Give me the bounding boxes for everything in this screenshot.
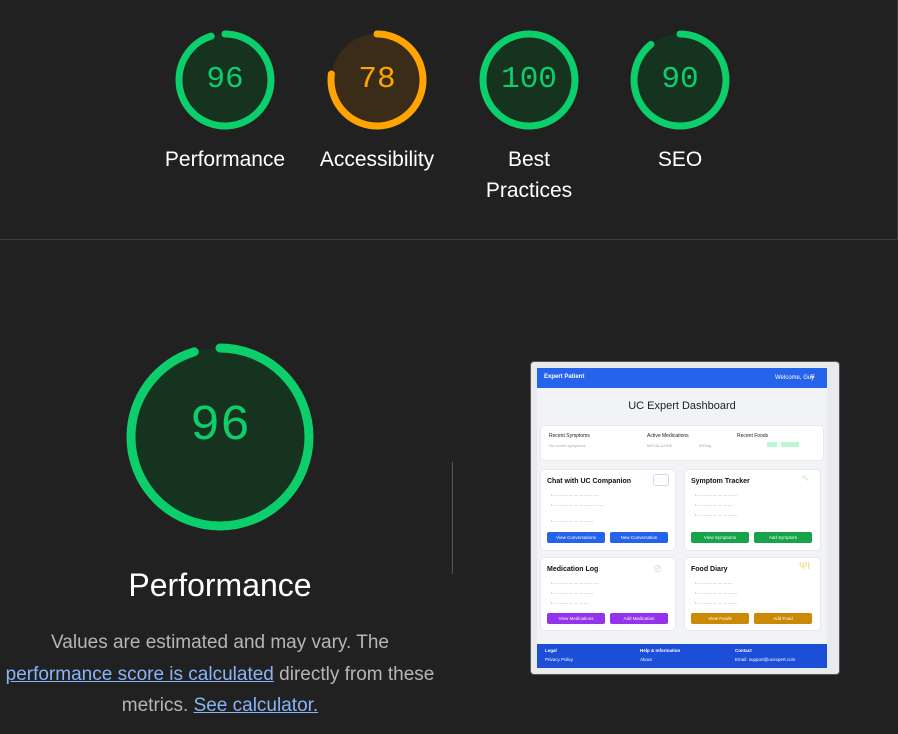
view-symptoms-button[interactable]: View Symptoms — [691, 532, 749, 543]
add-food-button[interactable]: Add Food — [754, 613, 812, 624]
score-value: 96 — [206, 62, 244, 97]
performance-title: Performance — [128, 567, 312, 603]
gauge-best-practices[interactable]: 100 Best Practices — [459, 30, 599, 206]
gauge-label: SEO — [657, 148, 703, 171]
dashboard-title: UC Expert Dashboard — [628, 400, 736, 412]
view-conversations-button[interactable]: View Conversations — [547, 532, 605, 543]
chat-bubble-icon — [653, 474, 669, 486]
score-value: 78 — [358, 62, 396, 97]
see-calculator-link[interactable]: See calculator. — [194, 695, 319, 716]
gauge-label: Performance — [164, 148, 286, 171]
add-medication-button[interactable]: Add Medication — [610, 613, 668, 624]
hamburger-icon: ≡ — [810, 372, 815, 381]
welcome-text: Welcome, Guy — [775, 375, 815, 381]
pulse-icon: ∿ — [801, 473, 810, 484]
score-value: 100 — [501, 62, 557, 97]
pill-icon: ⊘ — [653, 563, 663, 575]
gauge-seo[interactable]: 90 SEO — [610, 30, 750, 175]
screenshot-body: UC Expert Dashboard Recent Symptoms No r… — [537, 388, 827, 668]
score-value: 90 — [661, 62, 699, 97]
new-conversation-button[interactable]: New Conversation — [610, 532, 668, 543]
food-card: Food Diary ΨΙ • — — — — — — — • — — — — … — [685, 558, 820, 630]
screenshot-navbar: Expert Patient Welcome, Guy ≡ — [537, 368, 827, 388]
screenshot-footer: Legal Privacy Policy Help & Information … — [537, 644, 827, 668]
performance-description: Values are estimated and may vary. The p… — [5, 632, 435, 716]
chat-card: Chat with UC Companion • — — — — — — — —… — [541, 470, 675, 550]
view-medications-button[interactable]: View Medications — [547, 613, 605, 624]
medication-card: Medication Log ⊘ • — — — — — — — — — • —… — [541, 558, 675, 630]
utensils-icon: ΨΙ — [799, 561, 811, 572]
gauge-label: Best Practices — [485, 148, 573, 202]
brand: Expert Patient — [544, 374, 585, 380]
symptom-card: Symptom Tracker ∿ • — — — — — — — — • — … — [685, 470, 820, 550]
score-summary-section: 96 Performance 78 Accessibility 100 Best… — [0, 0, 898, 240]
gauge-performance[interactable]: 96 Performance — [155, 30, 295, 175]
score-calculation-link[interactable]: performance score is calculated — [6, 664, 274, 685]
final-screenshot-thumbnail[interactable]: Expert Patient Welcome, Guy ≡ UC Expert … — [530, 361, 840, 675]
divider — [452, 462, 453, 574]
summary-card: Recent Symptoms No recent symptoms Activ… — [541, 426, 823, 460]
view-foods-button[interactable]: View Foods — [691, 613, 749, 624]
add-symptom-button[interactable]: Add Symptom — [754, 532, 812, 543]
performance-score: 96 — [189, 398, 250, 455]
gauge-accessibility[interactable]: 78 Accessibility — [307, 30, 447, 175]
gauge-label: Accessibility — [319, 148, 435, 171]
